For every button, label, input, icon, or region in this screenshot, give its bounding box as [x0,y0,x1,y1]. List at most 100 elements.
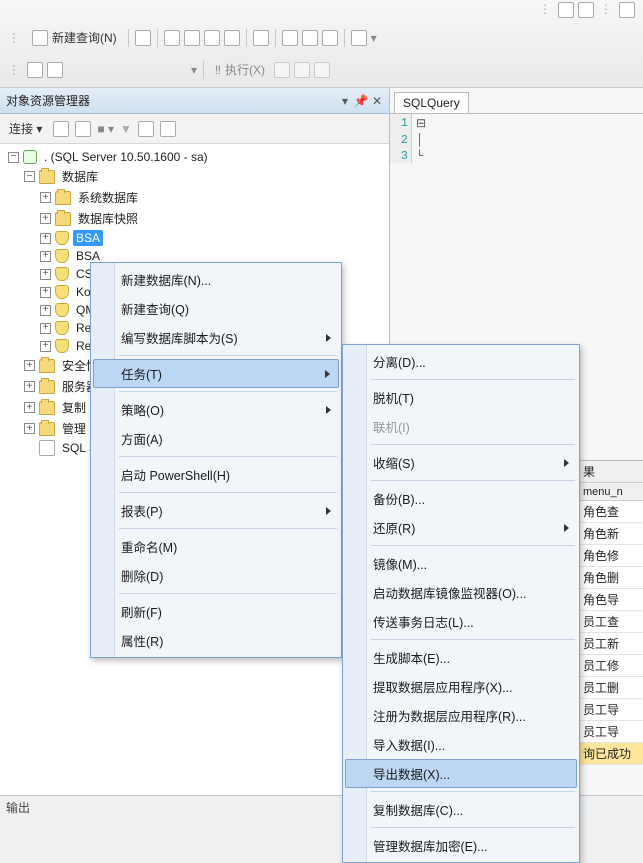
menu-mirror[interactable]: 镜像(M)... [345,549,577,578]
menu-facets[interactable]: 方面(A) [93,424,339,453]
menu-online: 联机(I) [345,412,577,441]
menu-rename[interactable]: 重命名(M) [93,532,339,561]
filter-icon[interactable] [138,121,154,137]
toolbar-grip: ⋮ [6,63,23,77]
result-cell[interactable]: 角色查 [579,501,643,523]
system-db-folder[interactable]: +系统数据库 [4,187,389,208]
menu-export-data[interactable]: 导出数据(X)... [345,759,577,788]
menu-import-data[interactable]: 导入数据(I)... [345,730,577,759]
db-node[interactable]: +BSA [4,229,389,247]
menu-policies[interactable]: 策略(O) [93,395,339,424]
new-query-icon [32,30,48,46]
object-explorer-title: 对象资源管理器 [6,92,90,109]
menu-script-db[interactable]: 编写数据库脚本为(S) [93,323,339,352]
snapshot-folder[interactable]: +数据库快照 [4,208,389,229]
menu-launch-mirror-monitor[interactable]: 启动数据库镜像监视器(O)... [345,578,577,607]
menu-delete[interactable]: 删除(D) [93,561,339,590]
menu-ship-log[interactable]: 传送事务日志(L)... [345,607,577,636]
save-icon[interactable] [302,30,318,46]
toolbar-icon[interactable] [75,121,91,137]
code-line[interactable]: ⊟ [412,114,426,131]
menu-tasks[interactable]: 任务(T) [93,359,339,388]
result-cell[interactable]: 员工删 [579,677,643,699]
execute-button[interactable]: ‼ 执行(X) [210,58,270,81]
connect-button[interactable]: 连接 ▾ [4,117,47,140]
folder-icon [39,359,55,373]
menu-manage-encryption[interactable]: 管理数据库加密(E)... [345,831,577,860]
toolbar-grip: ⋮ [6,31,23,45]
results-tab[interactable]: 果 [579,461,643,483]
menu-extract-app[interactable]: 提取数据层应用程序(X)... [345,672,577,701]
result-cell[interactable]: 员工导 [579,721,643,743]
menu-powershell[interactable]: 启动 PowerShell(H) [93,460,339,489]
panel-close-icon[interactable]: ✕ [371,95,383,107]
result-cell[interactable]: 角色导 [579,589,643,611]
toolbar-icon[interactable] [224,30,240,46]
menu-copy-db[interactable]: 复制数据库(C)... [345,795,577,824]
result-cell[interactable]: 角色新 [579,523,643,545]
menu-generate-scripts[interactable]: 生成脚本(E)... [345,643,577,672]
new-query-button[interactable]: 新建查询(N) [27,26,122,49]
toolbar-icon[interactable] [164,30,180,46]
databases-folder[interactable]: −数据库 [4,166,389,187]
menu-reports[interactable]: 报表(P) [93,496,339,525]
result-cell[interactable]: 员工查 [579,611,643,633]
folder-icon [55,212,71,226]
column-header[interactable]: menu_n [579,483,643,501]
server-icon [23,150,37,164]
new-query-label: 新建查询(N) [52,29,117,46]
menu-offline[interactable]: 脱机(T) [345,383,577,412]
database-icon [55,267,69,281]
save-all-icon[interactable] [322,30,338,46]
submenu-arrow-icon [564,459,569,467]
result-cell[interactable]: 员工修 [579,655,643,677]
folder-icon [39,422,55,436]
result-cell[interactable]: 员工新 [579,633,643,655]
tasks-submenu[interactable]: 分离(D)... 脱机(T) 联机(I) 收缩(S) 备份(B)... 还原(R… [342,344,580,863]
menu-register-app[interactable]: 注册为数据层应用程序(R)... [345,701,577,730]
menu-new-query[interactable]: 新建查询(Q) [93,294,339,323]
menu-backup[interactable]: 备份(B)... [345,484,577,513]
agent-icon [39,440,55,456]
database-icon [55,285,69,299]
folder-icon [39,401,55,415]
stop-icon[interactable] [294,62,310,78]
query-tab[interactable]: SQLQuery [394,92,469,113]
toolbar-icon[interactable] [619,2,635,18]
parse-icon[interactable] [314,62,330,78]
menu-properties[interactable]: 属性(R) [93,626,339,655]
result-cell[interactable]: 角色删 [579,567,643,589]
database-icon [55,339,69,353]
toolbar-icon[interactable] [204,30,220,46]
toolbar-icon[interactable] [578,2,594,18]
database-context-menu[interactable]: 新建数据库(N)... 新建查询(Q) 编写数据库脚本为(S) 任务(T) 策略… [90,262,342,658]
toolbar-icon[interactable] [135,30,151,46]
toolbar-icon[interactable] [27,62,43,78]
line-number: 1 [390,114,412,131]
code-line[interactable]: └ [412,147,423,163]
toolbar-icon[interactable] [47,62,63,78]
toolbar-icon[interactable] [351,30,367,46]
menu-new-database[interactable]: 新建数据库(N)... [93,265,339,294]
menu-restore[interactable]: 还原(R) [345,513,577,542]
result-cell[interactable]: 员工导 [579,699,643,721]
folder-icon [55,191,71,205]
refresh-icon[interactable] [160,121,176,137]
panel-menu-icon[interactable]: ▾ [339,95,351,107]
toolbar-grip: ⋮ [598,2,615,18]
menu-refresh[interactable]: 刷新(F) [93,597,339,626]
menu-shrink[interactable]: 收缩(S) [345,448,577,477]
debug-icon[interactable] [274,62,290,78]
toolbar-icon[interactable] [184,30,200,46]
menu-detach[interactable]: 分离(D)... [345,347,577,376]
open-icon[interactable] [282,30,298,46]
folder-icon [39,170,55,184]
toolbar-icon[interactable] [253,30,269,46]
toolbar-icon[interactable] [558,2,574,18]
code-line[interactable]: │ [412,131,423,147]
result-cell[interactable]: 角色修 [579,545,643,567]
toolbar-icon[interactable] [53,121,69,137]
results-grid[interactable]: 果 menu_n 角色查 角色新 角色修 角色删 角色导 员工查 员工新 员工修… [578,460,643,765]
panel-pin-icon[interactable]: 📌 [355,95,367,107]
server-node[interactable]: −. (SQL Server 10.50.1600 - sa) [4,148,389,166]
